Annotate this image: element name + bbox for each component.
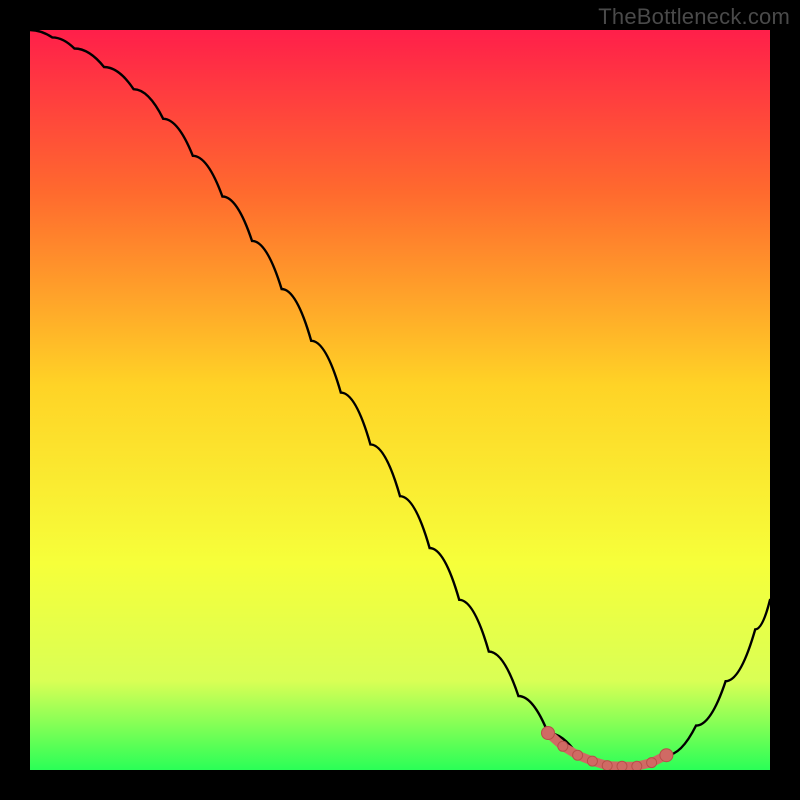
marker-dot [587,756,597,766]
marker-dot [573,750,583,760]
marker-dot [660,749,673,762]
marker-dot [617,761,627,770]
gradient-background [30,30,770,770]
marker-dot [602,761,612,770]
plot-area [30,30,770,770]
marker-dot [632,761,642,770]
watermark-text: TheBottleneck.com [598,4,790,30]
chart-svg [30,30,770,770]
marker-dot [542,727,555,740]
chart-frame: TheBottleneck.com [0,0,800,800]
marker-dot [647,758,657,768]
marker-dot [558,741,568,751]
